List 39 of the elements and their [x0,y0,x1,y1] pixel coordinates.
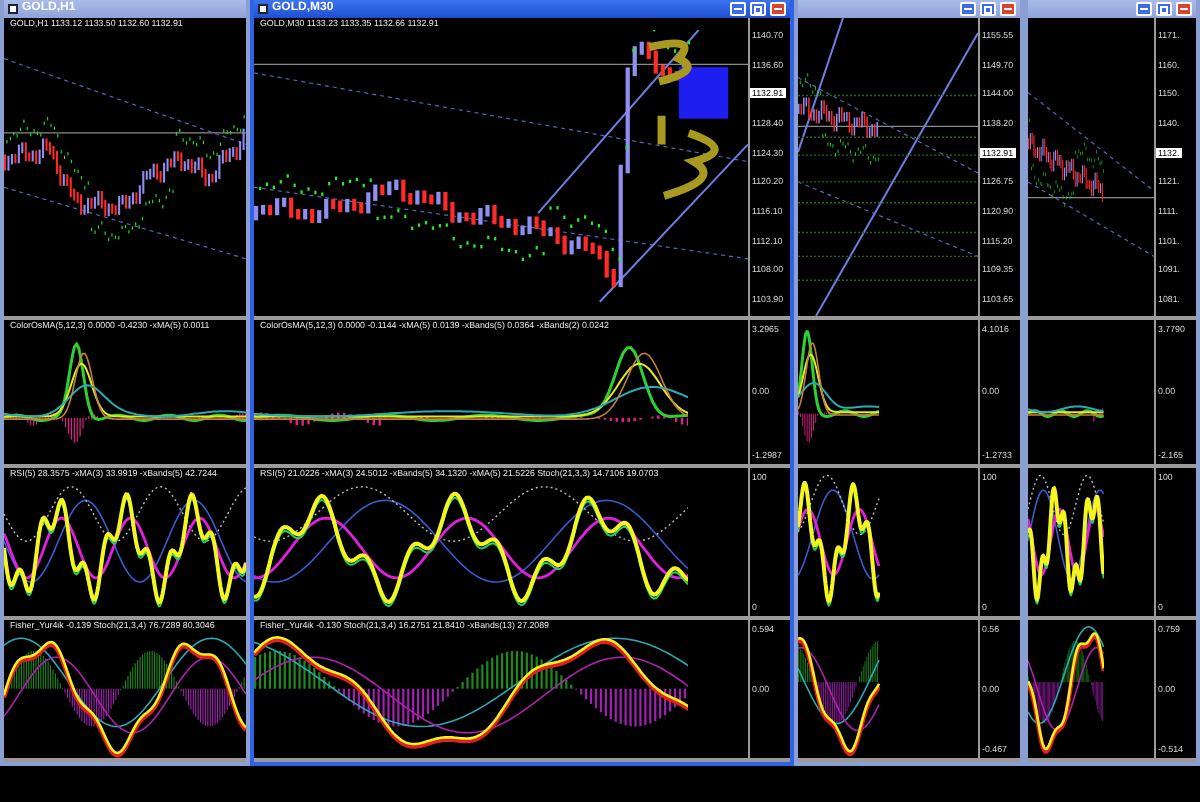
positive-histogram-bars [238,677,245,689]
price-line [1028,197,1154,199]
positive-histogram-bars [857,641,878,683]
negative-histogram-bars [814,682,857,724]
maximize-button[interactable] [1156,2,1172,16]
positive-histogram-bars [254,650,336,689]
chart-window-icon [8,4,18,14]
maximize-button[interactable] [980,2,996,16]
close-button[interactable] [1176,2,1192,16]
trend-line [1028,91,1154,192]
chart-window-icon [258,4,268,14]
negative-histogram-bars [1091,682,1103,722]
negative-histogram-bars [64,688,122,727]
negative-histogram-bars [575,688,686,727]
positive-histogram-bars [6,650,64,689]
parabolic-sar-dots [799,73,879,165]
negative-histogram-bars [1030,682,1061,724]
dotted-indicator-line [1028,474,1104,536]
close-button[interactable] [1000,2,1016,16]
indicator-line [1028,626,1104,725]
indicator-line [798,489,879,580]
positive-histogram-bars [122,650,180,689]
minimize-button[interactable] [960,2,976,16]
dotted-indicator-line [798,474,879,536]
candlestick-series [1028,132,1103,203]
minimize-button[interactable] [730,2,746,16]
positive-histogram-bars [1060,640,1091,683]
negative-histogram-bars [180,688,238,727]
minimize-button[interactable] [1136,2,1152,16]
highlight-rectangle [678,67,729,119]
trend-line [1028,181,1154,257]
candlestick-series [798,97,878,138]
indicator-line [1028,646,1104,732]
indicator-line [798,646,879,732]
maximize-button[interactable] [750,2,766,16]
positive-histogram-bars [798,644,814,683]
close-button[interactable] [770,2,786,16]
positive-histogram-bars [456,650,573,689]
negative-histogram-bars [338,688,454,727]
